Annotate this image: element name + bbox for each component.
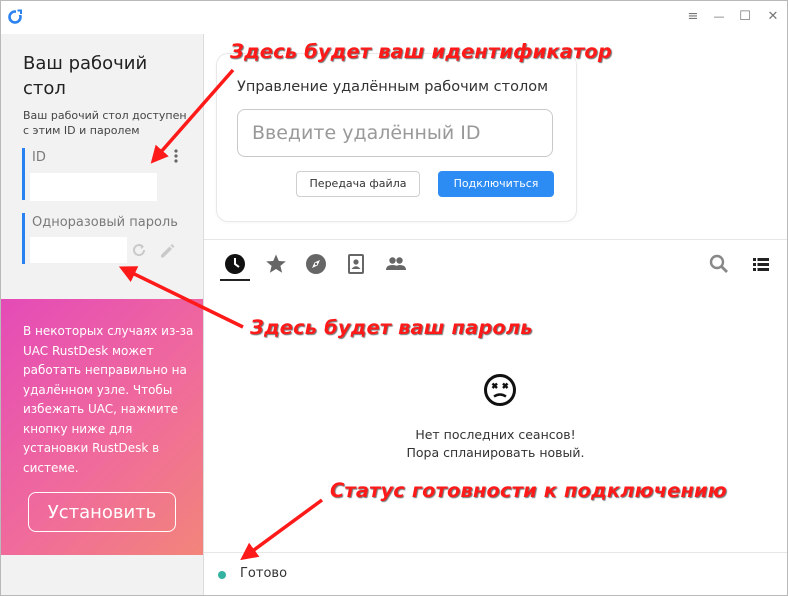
annotation-status: Статус готовности к подключению (330, 479, 727, 502)
status-bar: Готово (204, 552, 787, 595)
id-label: ID (32, 150, 46, 165)
password-field-accent (22, 213, 25, 264)
group-icon[interactable] (384, 252, 408, 276)
edit-icon[interactable] (158, 242, 176, 260)
menu-icon[interactable]: ≡ (683, 7, 703, 27)
password-label: Одноразовый пароль (32, 215, 178, 230)
title-bar: ≡ — ☐ ✕ (1, 1, 787, 34)
clock-icon[interactable] (223, 252, 247, 276)
status-indicator (218, 571, 226, 579)
empty-message-line2: Пора спланировать новый. (406, 445, 585, 460)
install-card: В некоторых случаях из-за UAC RustDesk м… (1, 299, 203, 555)
compass-icon[interactable] (304, 252, 328, 276)
id-value (30, 173, 157, 201)
sidebar: Ваш рабочий стол Ваш рабочий стол доступ… (1, 34, 204, 595)
rustdesk-logo-icon (8, 9, 23, 24)
password-value (30, 237, 127, 263)
sidebar-title: Ваш рабочий стол (23, 53, 148, 99)
refresh-icon[interactable] (131, 242, 147, 258)
install-description: В некоторых случаях из-за UAC RustDesk м… (23, 324, 194, 475)
active-tab-indicator (220, 279, 250, 281)
dizzy-face-icon (484, 374, 516, 406)
close-button[interactable]: ✕ (763, 7, 783, 27)
more-options-icon[interactable] (171, 148, 181, 164)
address-book-icon[interactable] (344, 252, 368, 276)
id-field-accent (22, 148, 25, 200)
maximize-button[interactable]: ☐ (735, 7, 755, 27)
remote-control-title: Управление удалённым рабочим столом (237, 79, 549, 95)
star-icon[interactable] (264, 252, 288, 276)
connect-button[interactable]: Подключиться (438, 171, 554, 197)
annotation-password: Здесь будет ваш пароль (250, 316, 533, 339)
status-text: Готово (240, 566, 288, 581)
empty-message-line1: Нет последних сеансов! (415, 427, 576, 442)
list-view-icon[interactable] (749, 252, 773, 276)
minimize-button[interactable]: — (709, 7, 729, 27)
annotation-id: Здесь будет ваш идентификатор (230, 40, 612, 63)
file-transfer-button[interactable]: Передача файла (296, 171, 420, 197)
sidebar-description: Ваш рабочий стол доступен с этим ID и па… (23, 109, 187, 137)
sessions-panel: Нет последних сеансов! Пора спланировать… (204, 239, 787, 553)
main-panel: Управление удалённым рабочим столом Введ… (204, 34, 787, 595)
remote-id-input[interactable]: Введите удалённый ID (237, 109, 553, 157)
search-icon[interactable] (707, 252, 731, 276)
app-window: ≡ — ☐ ✕ Ваш рабочий стол Ваш рабочий сто… (0, 0, 788, 596)
remote-control-card: Управление удалённым рабочим столом Введ… (216, 53, 577, 222)
install-button[interactable]: Установить (28, 492, 176, 532)
